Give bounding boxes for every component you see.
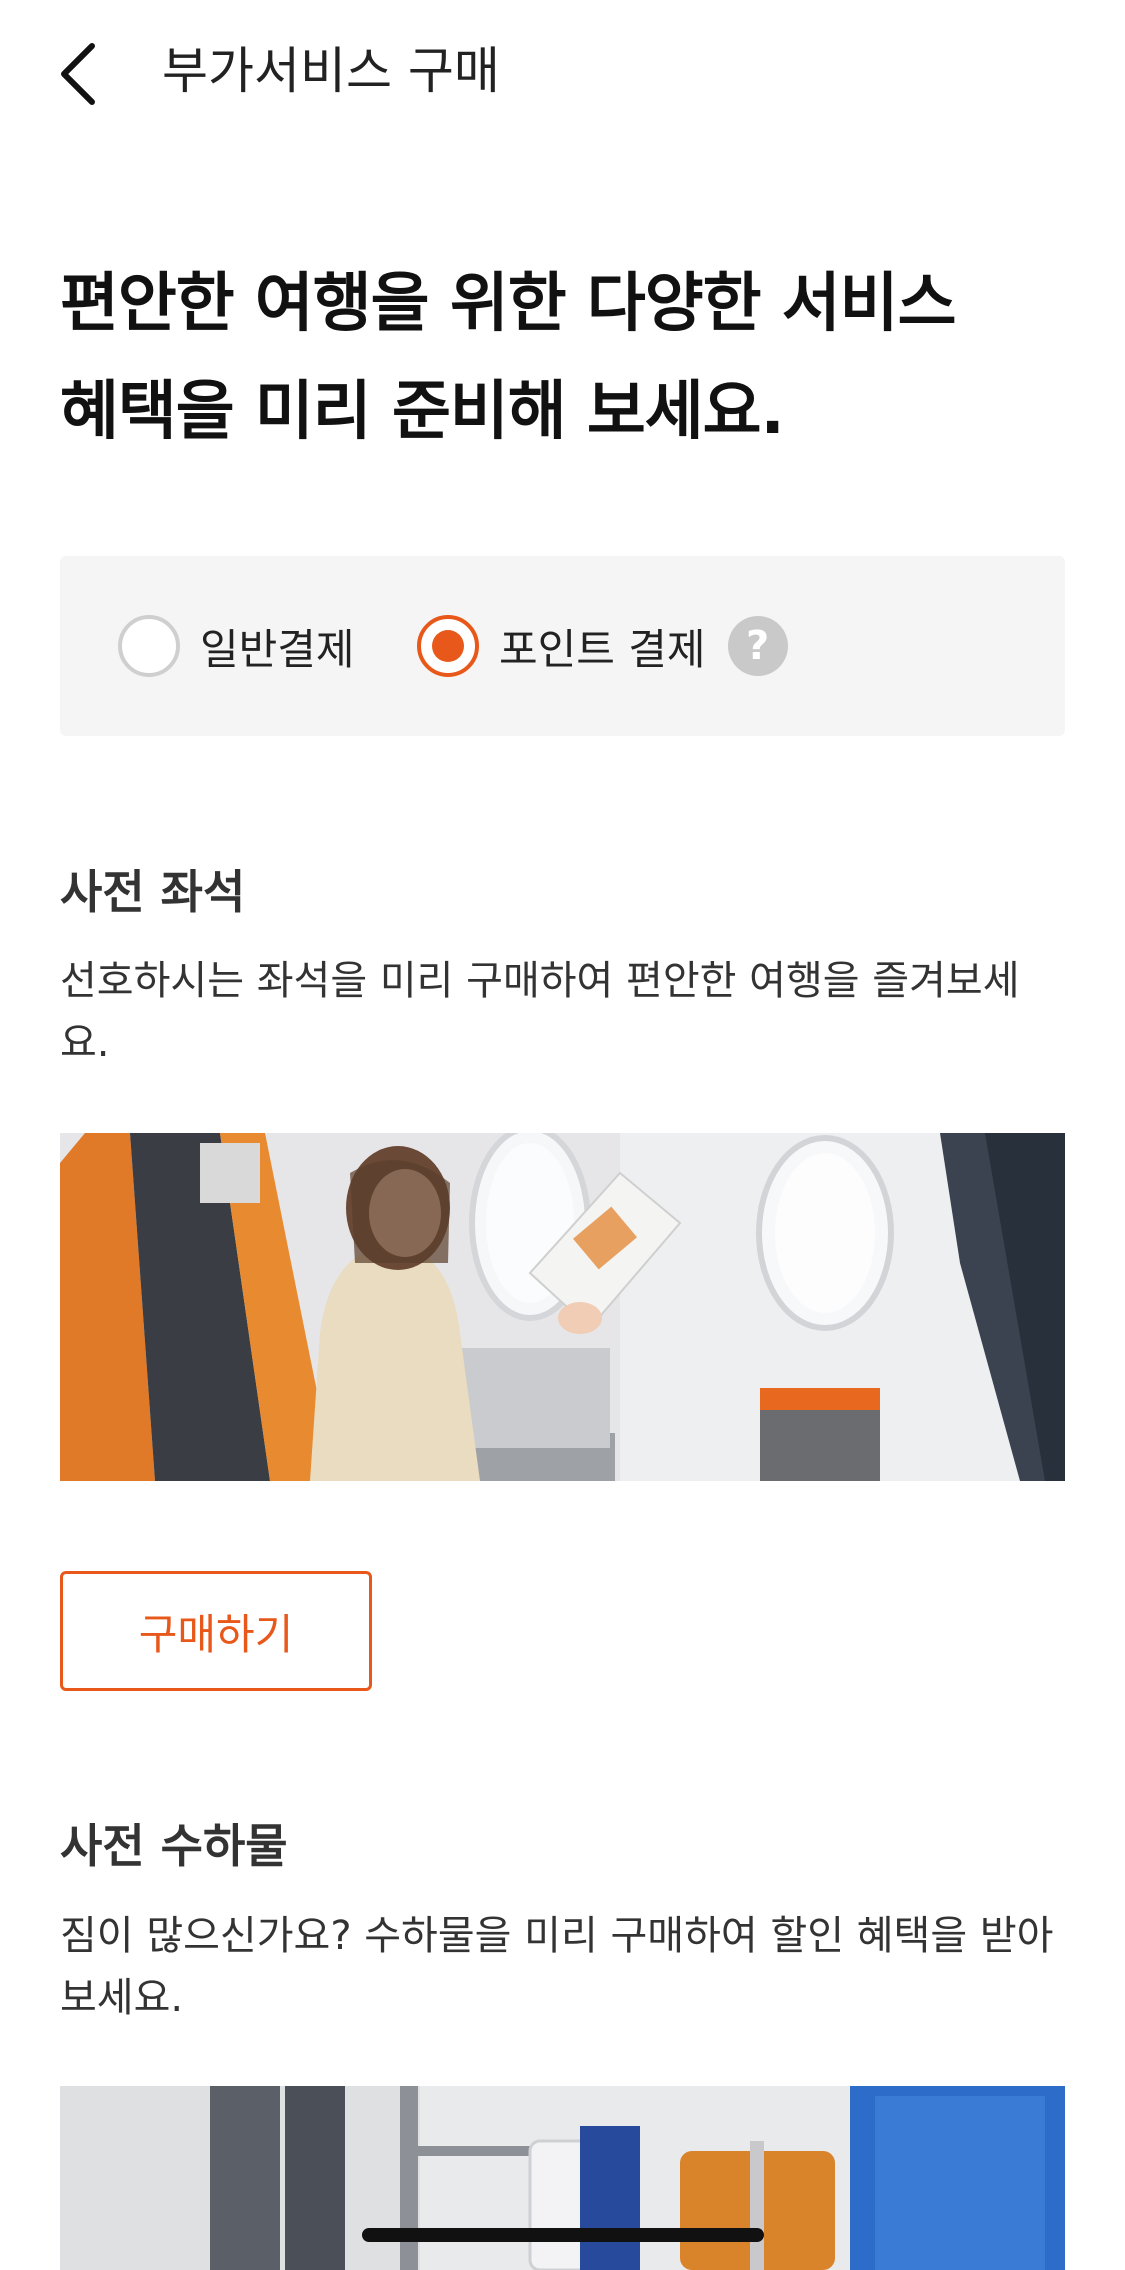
help-icon[interactable]: ? bbox=[727, 616, 788, 676]
page-title: 부가서비스 구매 bbox=[162, 42, 500, 100]
section-desc-seat-line2: 요. bbox=[60, 1020, 110, 1066]
app-header: 부가서비스 구매 bbox=[0, 0, 1125, 150]
payment-option-general[interactable]: 일반결제 bbox=[118, 612, 355, 680]
section-desc-seat: 선호하시는 좌석을 미리 구매하여 편안한 여행을 즐겨보세 요. bbox=[60, 950, 1070, 1074]
seat-photo bbox=[60, 1133, 1065, 1481]
radio-checked[interactable] bbox=[417, 615, 479, 677]
section-desc-baggage: 짐이 많으신가요? 수하물을 미리 구매하여 할인 혜택을 받아 보세요. bbox=[60, 1905, 1070, 2029]
radio-unchecked[interactable] bbox=[118, 615, 180, 677]
page: 부가서비스 구매 편안한 여행을 위한 다양한 서비스 혜택을 미리 준비해 보… bbox=[0, 0, 1125, 2270]
back-button[interactable] bbox=[46, 34, 110, 114]
section-desc-baggage-line2: 보세요. bbox=[60, 1975, 184, 2021]
payment-option-point-label: 포인트 결제 bbox=[499, 624, 706, 674]
section-title-baggage: 사전 수하물 bbox=[60, 1819, 288, 1873]
hero-headline: 편안한 여행을 위한 다양한 서비스 혜택을 미리 준비해 보세요. bbox=[60, 250, 1070, 466]
payment-type-selector: 일반결제 포인트 결제 ? bbox=[60, 556, 1065, 736]
chevron-left-icon bbox=[61, 43, 95, 105]
section-title-seat: 사전 좌석 bbox=[60, 865, 246, 919]
buy-seat-button[interactable]: 구매하기 bbox=[60, 1571, 372, 1691]
home-indicator bbox=[362, 2228, 764, 2242]
radio-dot bbox=[432, 630, 464, 662]
woman-reading-in-airplane-seat-image bbox=[60, 1133, 1065, 1481]
payment-option-general-label: 일반결제 bbox=[200, 624, 355, 674]
baggage-photo bbox=[60, 2086, 1065, 2270]
hero-headline-line2: 혜택을 미리 준비해 보세요. bbox=[60, 375, 785, 449]
luggage-trolley-in-airport-image bbox=[60, 2086, 1065, 2270]
section-desc-baggage-line1: 짐이 많으신가요? 수하물을 미리 구매하여 할인 혜택을 받아 bbox=[60, 1913, 1054, 1959]
payment-option-point[interactable]: 포인트 결제 ? bbox=[417, 612, 788, 680]
hero-headline-line1: 편안한 여행을 위한 다양한 서비스 bbox=[60, 267, 956, 341]
section-desc-seat-line1: 선호하시는 좌석을 미리 구매하여 편안한 여행을 즐겨보세 bbox=[60, 958, 1020, 1004]
